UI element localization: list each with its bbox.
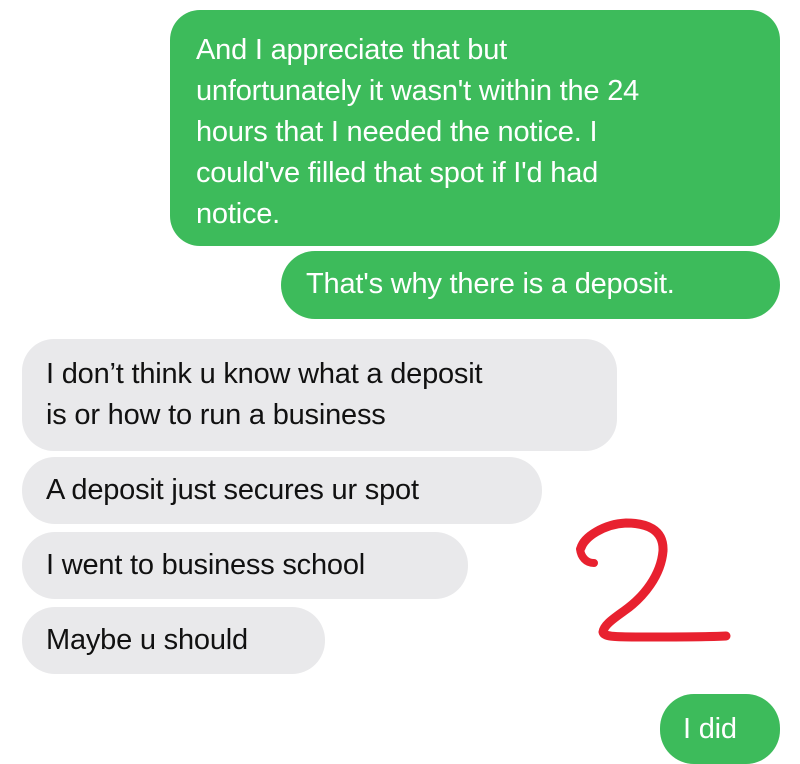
message-text-line: is or how to run a business — [46, 399, 386, 431]
message-text-line: I don’t think u know what a deposit — [46, 358, 483, 390]
message-text-line: A deposit just secures ur spot — [46, 474, 419, 506]
message-text-line: notice. — [196, 198, 281, 230]
message-text-line: That's why there is a deposit. — [306, 268, 675, 300]
received-message-bubble[interactable]: Maybe u should — [22, 607, 325, 674]
sent-message-bubble[interactable]: And I appreciate that but unfortunately … — [170, 10, 780, 246]
sent-message-bubble[interactable]: I did — [660, 694, 780, 764]
message-text-line: Maybe u should — [46, 624, 248, 656]
annotation-stroke — [576, 518, 731, 642]
message-text-line: could've filled that spot if I'd had — [196, 157, 599, 189]
message-text-line: unfortunately it wasn't within the 24 — [196, 75, 640, 107]
message-text-line: hours that I needed the notice. I — [196, 116, 598, 148]
message-text-line: I did — [683, 713, 737, 745]
received-message-bubble[interactable]: I went to business school — [22, 532, 468, 599]
message-text-line: I went to business school — [46, 549, 366, 581]
received-message-bubble[interactable]: A deposit just secures ur spot — [22, 457, 542, 524]
message-text-line: And I appreciate that but — [196, 34, 507, 66]
received-message-bubble[interactable]: I don’t think u know what a deposit is o… — [22, 339, 617, 451]
handwritten-number-annotation: 2 — [560, 505, 750, 665]
message-thread: And I appreciate that but unfortunately … — [0, 0, 800, 764]
sent-message-bubble[interactable]: That's why there is a deposit. — [281, 251, 780, 319]
